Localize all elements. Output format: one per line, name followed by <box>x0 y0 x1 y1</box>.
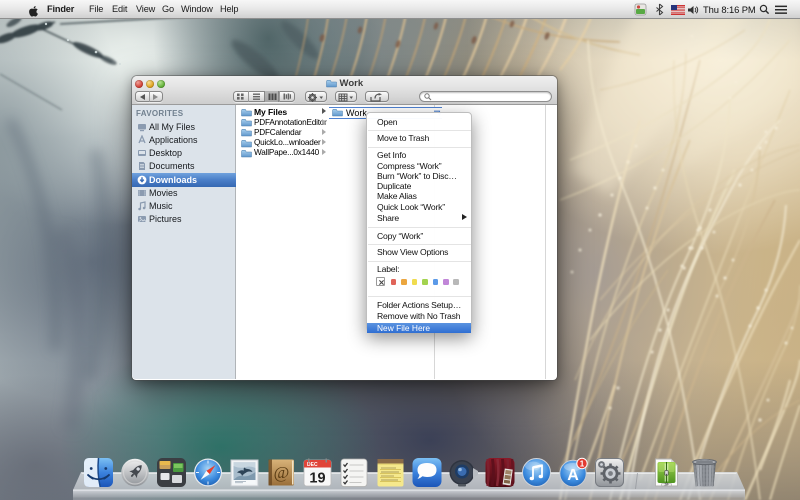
svg-text:@: @ <box>274 463 290 482</box>
svg-text:ZIP: ZIP <box>664 483 668 487</box>
svg-text:19: 19 <box>309 471 325 487</box>
svg-text:DEC: DEC <box>307 462 318 468</box>
svg-text:1: 1 <box>580 459 585 468</box>
